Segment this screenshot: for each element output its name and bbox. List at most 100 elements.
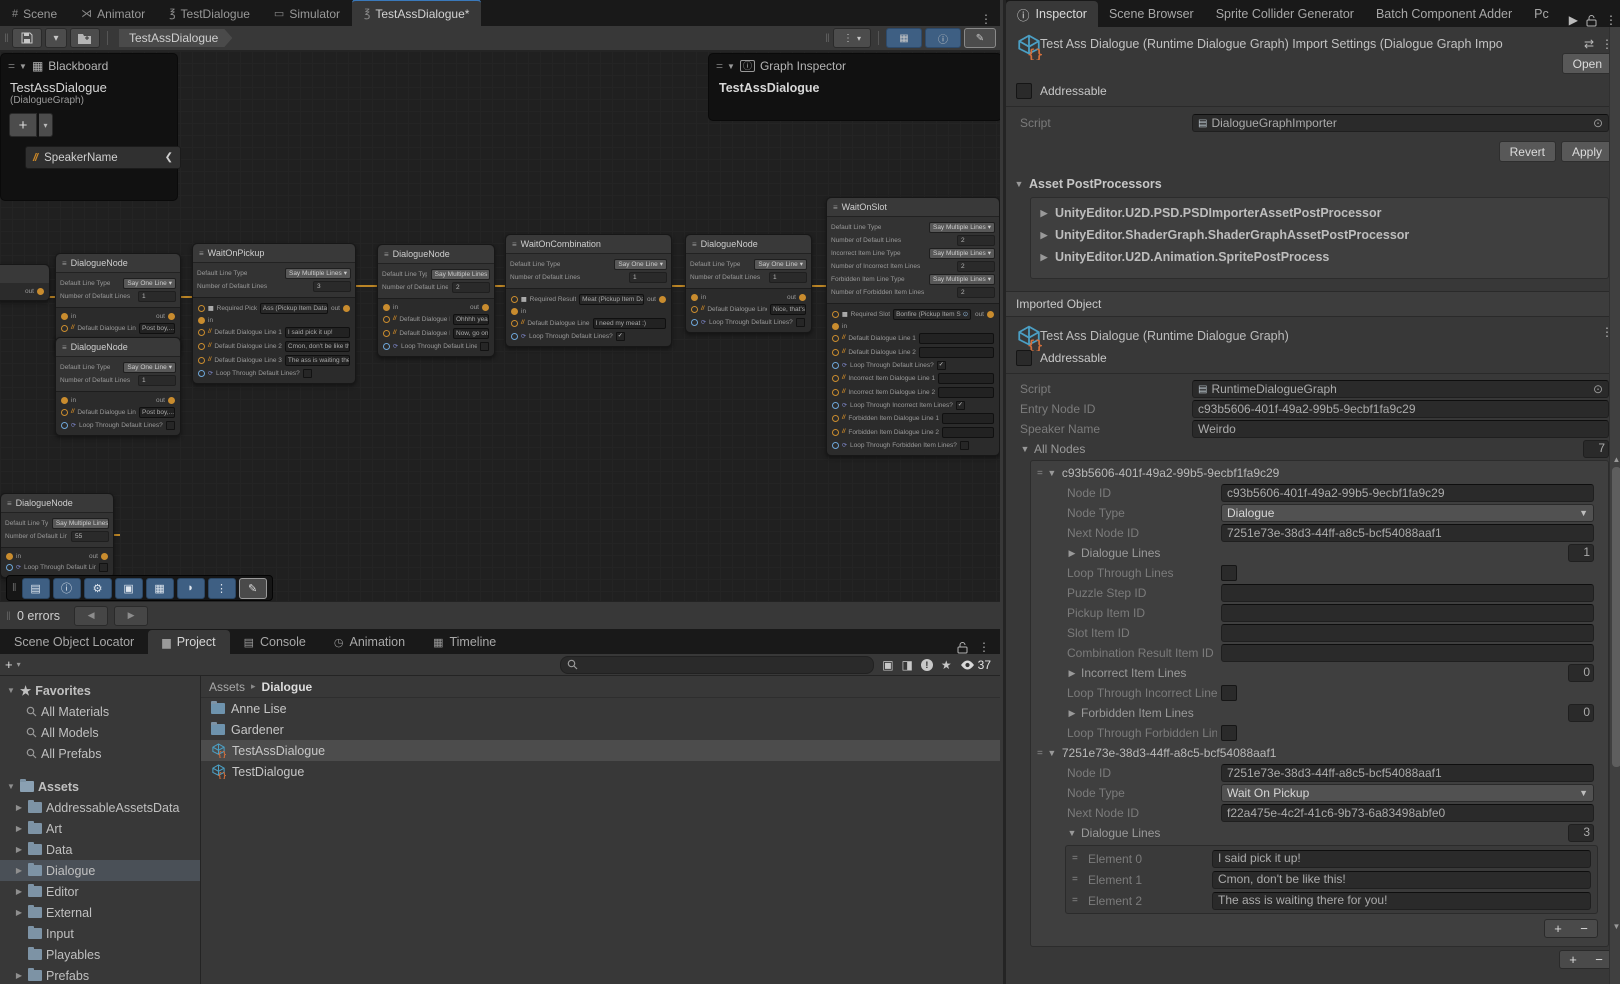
node-title-bar[interactable]: ≡DialogueNode [56,338,180,356]
asset-testdialogue[interactable]: {}TestDialogue [201,761,1000,782]
in-port-dot[interactable] [61,313,68,320]
tree-item-addressableassetsdata[interactable]: ▶AddressableAssetsData [0,797,200,818]
inspector-tab-scene-browser[interactable]: Scene Browser [1098,1,1205,27]
inspector-tab-sprite-collider-generator[interactable]: Sprite Collider Generator [1205,1,1365,27]
layout-icon-button[interactable]: ▦ [146,578,174,599]
tree-assets-root[interactable]: ▼Assets [0,776,200,797]
graph-breadcrumb[interactable]: TestAssDialogue [119,29,232,47]
checkbox[interactable] [796,318,805,327]
element-field[interactable]: I said pick it up! [1212,850,1591,868]
add-element-button[interactable]: + [1545,920,1571,937]
addressable-checkbox[interactable] [1016,350,1032,366]
editor-tab-testdialogue[interactable]: ℥TestDialogue [157,1,262,26]
edit-mode-button[interactable]: ✎ [964,28,996,48]
object-field[interactable]: Meat (Pickup Item Data)⊙ [579,294,644,305]
collapse-arrow-icon[interactable]: ▼ [19,62,27,71]
tab-scene-object-locator[interactable]: Scene Object Locator [0,630,148,654]
in-port-dot[interactable] [383,304,390,311]
checkbox[interactable]: ✓ [956,401,965,410]
count-field[interactable]: 7 [1583,440,1609,458]
checkbox[interactable] [166,421,175,430]
dialogue-line-field[interactable]: Post boy,... W [139,323,175,334]
node-title-bar[interactable]: ≡DialogueNode [686,235,811,253]
row-port-dot[interactable] [198,357,205,364]
tree-item-editor[interactable]: ▶Editor [0,881,200,902]
tab-project[interactable]: ▆Project [148,630,229,654]
dialogue-line-field[interactable]: Cmon, don't be like this! [285,341,350,352]
revert-button[interactable]: Revert [1499,141,1556,162]
foldout-dialogue-lines[interactable]: ▶Dialogue Lines1 [1031,543,1608,563]
dialogue-line-field[interactable]: Now, go on, t [453,328,489,339]
row-port-dot[interactable] [832,415,839,422]
apply-button[interactable]: Apply [1561,141,1613,162]
row-port-dot[interactable] [198,343,205,350]
blackboard-variable-speakername[interactable]: // SpeakerName ❮ [25,146,181,169]
dialogue-line-field[interactable]: Post boy,...W [139,407,175,418]
out-port[interactable]: out [470,304,489,311]
search-input[interactable] [582,658,867,672]
node-field-dropdown[interactable]: Say One Line▾ [614,259,667,270]
row-port-dot[interactable] [832,311,839,318]
asset-postprocessors-foldout[interactable]: ▼Asset PostProcessors [1006,171,1620,195]
unlock-icon[interactable] [1586,14,1597,27]
row-port-dot[interactable] [832,335,839,342]
row-port-dot[interactable] [691,306,698,313]
foldout-open-icon[interactable]: ▼ [1047,748,1057,758]
property-field[interactable] [1221,624,1594,642]
node-collapse-icon[interactable]: ≡ [692,240,697,249]
inspector-tab-inspector[interactable]: ⓘInspector [1006,1,1098,27]
node-field-value[interactable]: 55 [71,531,109,542]
row-port-dot[interactable] [832,362,839,369]
graph-node-waitonslot-7[interactable]: ≡WaitOnSlotDefault Line TypeSay Multiple… [826,197,1000,456]
foldout-open-icon[interactable]: ▼ [1047,468,1057,478]
tab-animation[interactable]: ◷Animation [320,630,419,654]
open-button[interactable]: Open [1562,53,1613,74]
collapse-arrow-icon[interactable]: ▼ [727,62,735,71]
node-collapse-icon[interactable]: ≡ [62,343,67,352]
node-title-bar[interactable]: ≡WaitOnSlot [827,198,999,216]
object-picker-icon[interactable]: ⊙ [1593,382,1603,397]
asset-gardener[interactable]: Gardener [201,719,1000,740]
property-field[interactable] [1221,604,1594,622]
out-port[interactable]: out [975,311,994,318]
foldout-closed-icon[interactable]: ▶ [1039,230,1049,241]
add-variable-caret[interactable]: ▾ [39,113,53,137]
foldout-incorrect-item-lines[interactable]: ▶Incorrect Item Lines0 [1031,663,1608,683]
more-tabs-icon[interactable]: ▶ [1569,13,1578,27]
foldout-open-icon[interactable]: ▼ [1067,828,1077,838]
info-icon-button[interactable]: ⓘ [53,578,81,599]
object-field[interactable]: Bonfire (Pickup Item S⊙ [893,309,971,320]
property-field[interactable]: 7251e73e-38d3-44ff-a8c5-bcf54088aaf1 [1221,764,1594,782]
object-field[interactable]: Ass (Pickup Item Data)⊙ [260,303,328,314]
tree-item-external[interactable]: ▶External [0,902,200,923]
tree-item-all-prefabs[interactable]: All Prefabs [0,743,200,764]
foldout-forbidden-item-lines[interactable]: ▶Forbidden Item Lines0 [1031,703,1608,723]
node-field-value[interactable]: 1 [769,272,807,283]
row-port-dot[interactable] [691,319,698,326]
dialogue-line-field[interactable]: Nice, that's it! [770,304,806,315]
node-field-value[interactable]: 2 [452,282,490,293]
node-field-dropdown[interactable]: Say One Line▾ [123,362,176,373]
node-field-dropdown[interactable]: Say Multiple Lines▾ [929,248,995,259]
pen-icon-button[interactable]: ✎ [239,578,267,599]
drag-handle-icon[interactable]: = [1037,468,1042,479]
out-port[interactable]: out [25,288,44,295]
property-field[interactable]: 7251e73e-38d3-44ff-a8c5-bcf54088aaf1 [1221,524,1594,542]
row-port-dot[interactable] [198,329,205,336]
row-port-dot[interactable] [832,375,839,382]
tab-timeline[interactable]: ▦Timeline [419,630,510,654]
checkbox[interactable] [99,563,108,572]
row-port-dot[interactable] [198,305,205,312]
tools-icon-button[interactable]: ⚙ [84,578,112,599]
postprocessor-item[interactable]: ▶UnityEditor.ShaderGraph.ShaderGraphAsse… [1031,224,1608,246]
project-search[interactable] [560,656,874,674]
tree-item-prefabs[interactable]: ▶Prefabs [0,965,200,984]
object-picker-icon[interactable]: ⊙ [1593,116,1603,131]
favorites-star-icon[interactable]: ★ [941,658,952,672]
postprocessor-item[interactable]: ▶UnityEditor.U2D.Animation.SpritePostPro… [1031,246,1608,268]
toggle-blackboard-button[interactable]: ▦ [886,28,922,48]
editor-tab-testassdialogue[interactable]: ℥TestAssDialogue* [352,0,481,26]
checkbox[interactable] [960,441,969,450]
row-port-dot[interactable] [511,333,518,340]
save-button[interactable] [12,28,42,48]
